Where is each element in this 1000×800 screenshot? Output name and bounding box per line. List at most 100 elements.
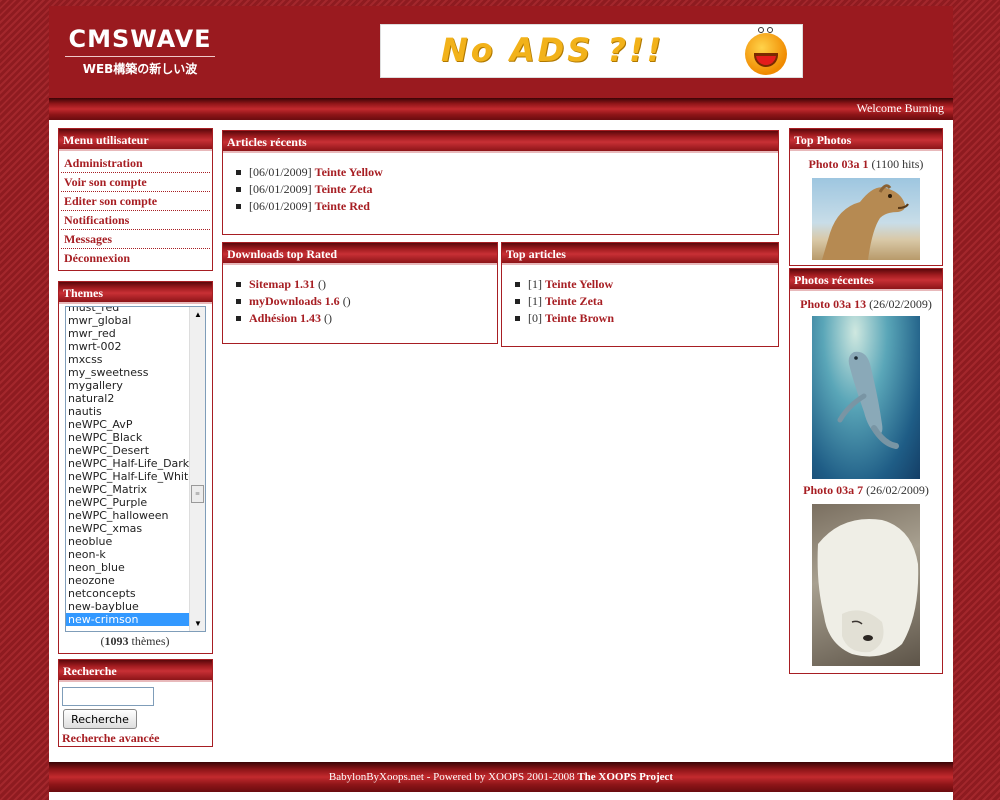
theme-option[interactable]: neWPC_Desert [66,444,191,457]
user-menu-link[interactable]: Editer son compte [64,194,157,208]
scroll-thumb[interactable]: ≡ [191,485,204,503]
user-menu-link[interactable]: Messages [64,232,112,246]
themes-title: Themes [59,282,212,304]
smiley-mouth-icon [754,53,778,67]
article-link[interactable]: Teinte Red [315,199,370,213]
user-menu-title: Menu utilisateur [59,129,212,151]
recent-articles-title: Articles récents [223,131,778,153]
article-link[interactable]: Teinte Brown [545,311,614,325]
theme-option[interactable]: neozone [66,574,191,587]
downloads-title: Downloads top Rated [223,243,497,265]
article-link[interactable]: Teinte Yellow [545,277,613,291]
theme-option[interactable]: new-bayblue [66,600,191,613]
list-item: [1] Teinte Zeta [515,293,778,310]
footer-project-link[interactable]: The XOOPS Project [577,771,673,783]
theme-option[interactable]: neWPC_Purple [66,496,191,509]
theme-options: must_red mwr_global mwr_red mwrt-002 mxcss my… [66,307,195,626]
article-link[interactable]: Teinte Zeta [545,294,603,308]
dolphin-photo[interactable] [812,316,920,479]
logo-sub-text: WEB構築の新しい波 [82,62,198,76]
user-menu-block: Menu utilisateur Administration Voir son… [58,128,213,271]
scroll-down-arrow-icon[interactable]: ▼ [194,619,202,628]
theme-option[interactable]: mygallery [66,379,191,392]
search-block: Recherche Recherche Recherche avancée [58,659,213,747]
user-menu-link[interactable]: Administration [64,156,143,170]
camel-photo[interactable] [812,178,920,260]
theme-option[interactable]: my_sweetness [66,366,191,379]
logo-main-text: CMSWAVE [65,26,215,57]
theme-option[interactable]: new-crimson [66,613,191,626]
top-photos-block: Top Photos Photo 03a 1 (1100 hits) [789,128,943,266]
theme-option[interactable]: neon-k [66,548,191,561]
smiley-eye-icon [767,27,773,33]
theme-option[interactable]: neon_blue [66,561,191,574]
photo-caption: Photo 03a 13 (26/02/2009) [790,297,942,312]
themes-block: Themes must_red mwr_global mwr_red mwrt-002… [58,281,213,654]
list-item: [1] Teinte Yellow [515,276,778,293]
theme-option[interactable]: mwrt-002 [66,340,191,353]
article-link[interactable]: Teinte Yellow [315,165,383,179]
theme-option[interactable]: must_red [66,307,191,314]
article-date: [06/01/2009] [249,165,312,179]
download-link[interactable]: myDownloads 1.6 [249,294,340,308]
theme-count: (1093 thèmes) [59,634,211,649]
user-menu-item-view-account: Voir son compte [61,173,210,192]
welcome-bar: Welcome Burning [49,98,953,120]
theme-option[interactable]: neWPC_Half-Life_White [66,470,195,483]
top-articles-title: Top articles [502,243,778,265]
advanced-search-link[interactable]: Recherche avancée [62,731,159,746]
scroll-up-arrow-icon[interactable]: ▲ [194,310,202,319]
polar-bear-photo-illustration [817,519,919,657]
article-link[interactable]: Teinte Zeta [315,182,373,196]
theme-option[interactable]: nautis [66,405,191,418]
photo-link[interactable]: Photo 03a 13 [800,297,866,311]
photo-caption: Photo 03a 7 (26/02/2009) [790,483,942,498]
user-menu-item-administration: Administration [61,154,210,173]
article-date: [06/01/2009] [249,199,312,213]
download-link[interactable]: Sitemap 1.31 [249,277,315,291]
user-menu-link[interactable]: Notifications [64,213,129,227]
theme-select-list[interactable]: must_red mwr_global mwr_red mwrt-002 mxcss my… [65,306,206,632]
site-logo[interactable]: CMSWAVE WEB構築の新しい波 [65,26,215,77]
user-menu-link[interactable]: Voir son compte [64,175,147,189]
list-item: [06/01/2009] Teinte Red [236,198,778,215]
theme-option[interactable]: mwr_red [66,327,191,340]
photo-caption: Photo 03a 1 (1100 hits) [790,151,942,172]
theme-option[interactable]: neWPC_AvP [66,418,191,431]
user-menu-item-edit-account: Editer son compte [61,192,210,211]
theme-option[interactable]: neoblue [66,535,191,548]
user-menu-item-messages: Messages [61,230,210,249]
search-title: Recherche [59,660,212,682]
site-header: CMSWAVE WEB構築の新しい波 No ADS ?!! [49,6,953,98]
photo-link[interactable]: Photo 03a 1 [809,157,869,171]
theme-option[interactable]: mwr_global [66,314,191,327]
ad-banner[interactable]: No ADS ?!! [380,24,803,78]
theme-option[interactable]: neWPC_Half-Life_Dark [66,457,191,470]
theme-option[interactable]: mxcss [66,353,191,366]
site-footer: BabylonByXoops.net - Powered by XOOPS 20… [49,762,953,792]
recent-photos-title: Photos récentes [790,269,942,291]
search-button[interactable]: Recherche [63,709,137,729]
page-container: CMSWAVE WEB構築の新しい波 No ADS ?!! Welcome Bu… [49,6,953,800]
user-menu-link[interactable]: Déconnexion [64,251,130,265]
theme-option[interactable]: natural2 [66,392,191,405]
list-item: [06/01/2009] Teinte Yellow [236,164,778,181]
top-articles-list: [1] Teinte Yellow [1] Teinte Zeta [0] Te… [502,265,778,327]
theme-option[interactable]: neWPC_xmas [66,522,191,535]
photo-link[interactable]: Photo 03a 7 [803,483,863,497]
user-menu-item-logout: Déconnexion [61,249,210,268]
footer-text: BabylonByXoops.net - Powered by XOOPS 20… [328,771,578,783]
article-rank: [0] [528,311,542,325]
theme-scrollbar[interactable]: ▲ ≡ ▼ [189,307,205,631]
search-input[interactable] [62,687,154,706]
download-link[interactable]: Adhésion 1.43 [249,311,321,325]
theme-option[interactable]: netconcepts [66,587,191,600]
theme-option[interactable]: neWPC_halloween [66,509,191,522]
polar-bear-photo[interactable] [812,504,920,666]
article-date: [06/01/2009] [249,182,312,196]
theme-option[interactable]: neWPC_Black [66,431,191,444]
download-meta: () [339,294,351,308]
list-item: [0] Teinte Brown [515,310,778,327]
theme-option[interactable]: neWPC_Matrix [66,483,191,496]
theme-count-number: 1093 [104,634,129,648]
